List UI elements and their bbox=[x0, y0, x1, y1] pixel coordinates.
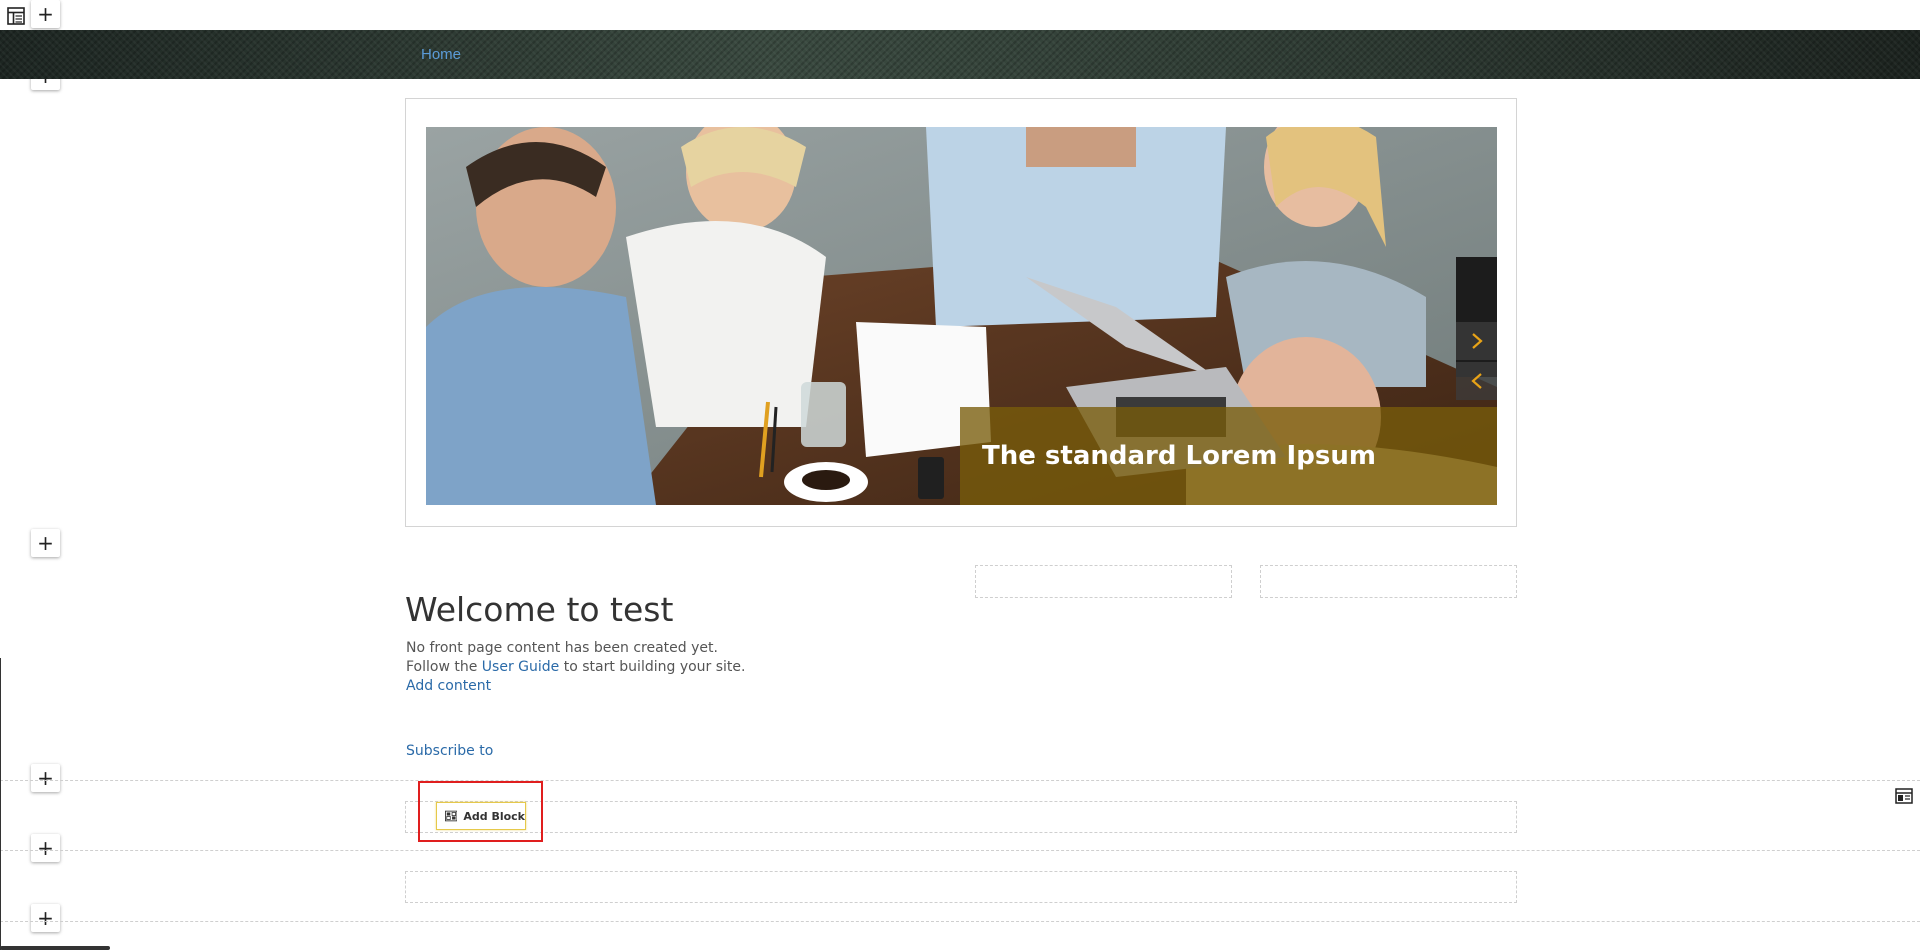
follow-guide-text: Follow the User Guide to start building … bbox=[406, 659, 746, 675]
add-section-button[interactable]: + bbox=[31, 529, 60, 557]
empty-block-region[interactable] bbox=[975, 565, 1232, 598]
follow-prefix: Follow the bbox=[406, 659, 478, 675]
plus-icon: + bbox=[37, 836, 54, 860]
left-edge-border bbox=[0, 658, 1, 950]
slide-image: The standard Lorem Ipsum bbox=[426, 127, 1497, 505]
block-region[interactable] bbox=[405, 801, 1517, 833]
block-region[interactable] bbox=[405, 871, 1517, 903]
add-block-label: Add Block bbox=[463, 809, 525, 823]
add-block-button[interactable]: Add Block bbox=[436, 802, 526, 830]
chevron-right-icon bbox=[1471, 333, 1483, 349]
add-content-link[interactable]: Add content bbox=[406, 678, 491, 694]
panel-icon[interactable] bbox=[1893, 786, 1915, 806]
no-content-text: No front page content has been created y… bbox=[406, 640, 718, 656]
header-bar: Home bbox=[0, 30, 1920, 79]
nav-home-link[interactable]: Home bbox=[421, 46, 461, 63]
image-slider: The standard Lorem Ipsum bbox=[405, 98, 1517, 527]
layout-icon-graphic bbox=[7, 7, 25, 25]
add-section-button[interactable]: + bbox=[31, 904, 60, 932]
empty-block-region[interactable] bbox=[1260, 565, 1517, 598]
user-guide-link[interactable]: User Guide bbox=[482, 659, 559, 675]
region-divider bbox=[0, 921, 1920, 922]
region-divider bbox=[0, 850, 1920, 851]
plus-icon: + bbox=[37, 531, 54, 555]
add-section-button[interactable]: + bbox=[31, 764, 60, 792]
block-grid-icon bbox=[445, 810, 458, 822]
slide-caption: The standard Lorem Ipsum bbox=[960, 407, 1497, 505]
layout-icon[interactable] bbox=[4, 5, 28, 27]
add-section-button[interactable]: + bbox=[31, 0, 60, 28]
horizontal-scrollbar[interactable] bbox=[0, 946, 110, 950]
slide-caption-text: The standard Lorem Ipsum bbox=[982, 441, 1376, 471]
panel-icon-graphic bbox=[1895, 788, 1913, 804]
slider-prev-button[interactable] bbox=[1456, 362, 1497, 400]
page-title: Welcome to test bbox=[405, 590, 674, 629]
slider-next-button[interactable] bbox=[1456, 322, 1497, 360]
chevron-left-icon bbox=[1470, 373, 1482, 389]
region-divider bbox=[0, 780, 1920, 781]
follow-suffix: to start building your site. bbox=[563, 659, 746, 675]
subscribe-link[interactable]: Subscribe to bbox=[406, 743, 493, 759]
add-section-button[interactable]: + bbox=[31, 834, 60, 862]
plus-icon: + bbox=[37, 2, 54, 26]
plus-icon: + bbox=[37, 766, 54, 790]
plus-icon: + bbox=[37, 906, 54, 930]
